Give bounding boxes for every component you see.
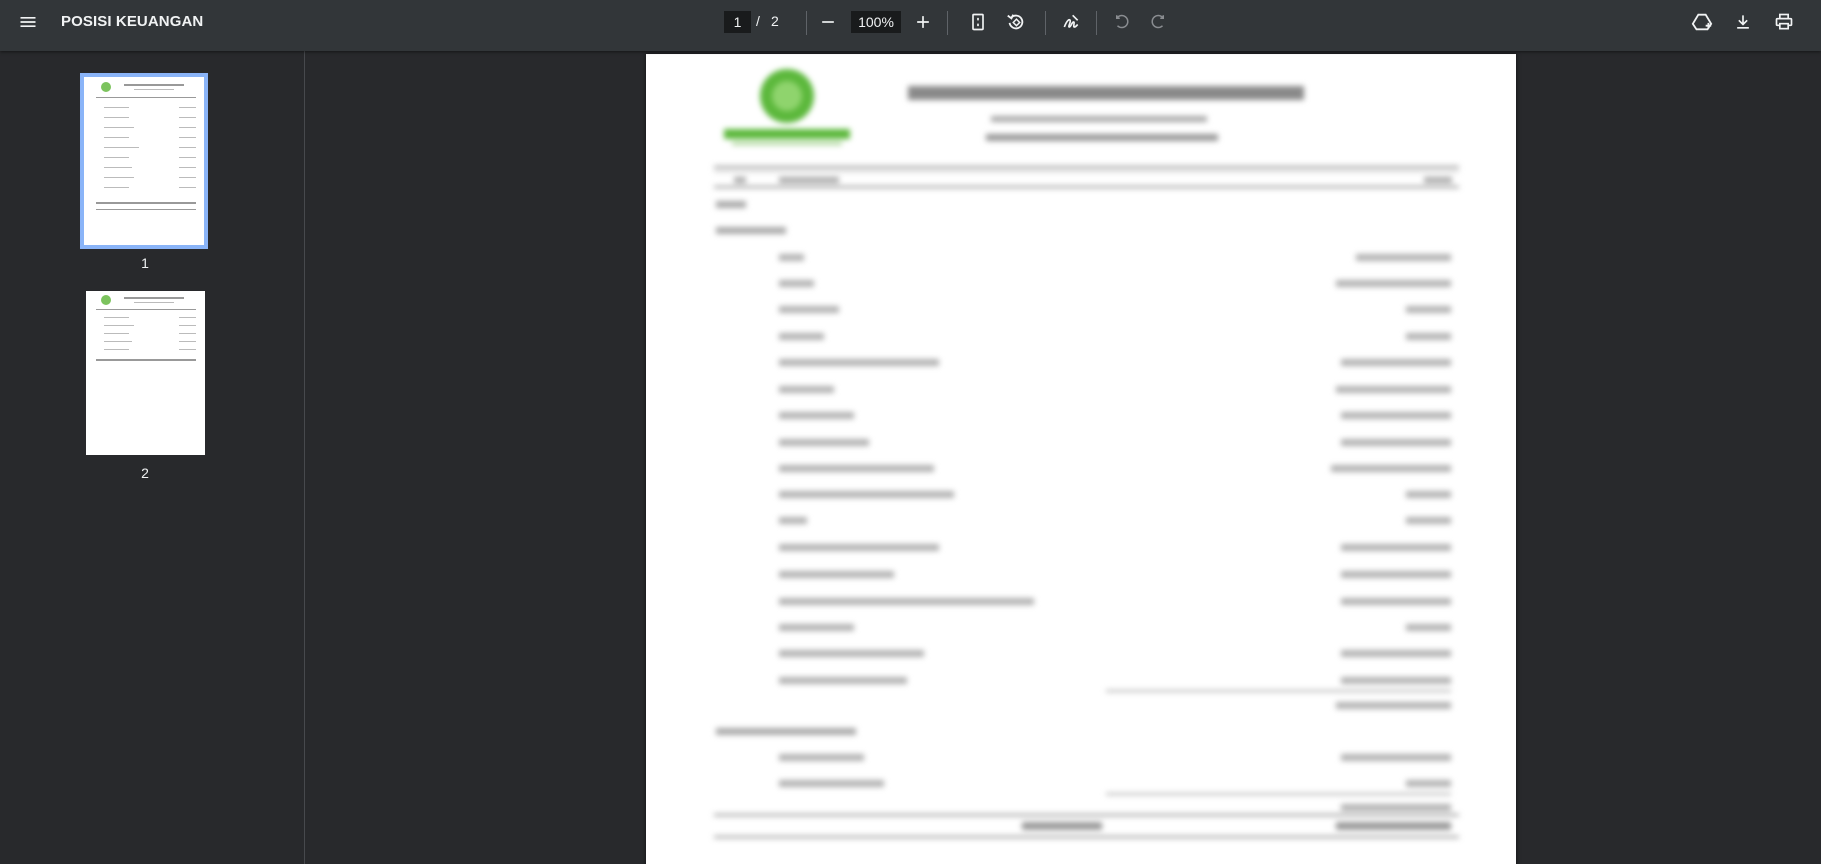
download-icon[interactable] bbox=[1727, 6, 1759, 38]
toolbar-divider bbox=[947, 11, 948, 35]
fit-page-icon[interactable] bbox=[962, 6, 994, 38]
pdf-toolbar: POSISI KEUANGAN / 2 bbox=[0, 0, 1821, 51]
document-title: POSISI KEUANGAN bbox=[61, 13, 204, 30]
thumbnail-preview bbox=[96, 82, 196, 210]
page-number-input[interactable] bbox=[724, 11, 751, 33]
thumbnail-label: 2 bbox=[141, 465, 149, 481]
redo-icon[interactable] bbox=[1142, 6, 1174, 38]
toolbar-divider bbox=[1096, 11, 1097, 35]
thumbnail-preview bbox=[96, 295, 196, 361]
page-total: 2 bbox=[771, 13, 779, 29]
thumbnail-sidebar: 1 2 bbox=[0, 51, 305, 864]
thumbnail-label: 1 bbox=[141, 255, 149, 271]
page-thumbnail-2[interactable] bbox=[86, 291, 205, 455]
print-icon[interactable] bbox=[1768, 6, 1800, 38]
page-thumbnail-1[interactable] bbox=[80, 73, 208, 249]
pen-icon[interactable] bbox=[1055, 6, 1087, 38]
toolbar-divider bbox=[806, 11, 807, 35]
document-viewer[interactable] bbox=[305, 51, 1821, 864]
blurred-page-content bbox=[646, 54, 1516, 864]
menu-icon[interactable] bbox=[12, 6, 44, 38]
pdf-page bbox=[646, 54, 1516, 864]
plus-icon[interactable] bbox=[907, 6, 939, 38]
zoom-input[interactable] bbox=[851, 11, 901, 33]
page-separator: / bbox=[756, 13, 760, 29]
rotate-icon[interactable] bbox=[1000, 6, 1032, 38]
add-to-drive-icon[interactable] bbox=[1686, 6, 1718, 38]
toolbar-divider bbox=[1045, 11, 1046, 35]
page-content-graphic bbox=[714, 69, 1459, 838]
minus-icon[interactable] bbox=[812, 6, 844, 38]
undo-icon[interactable] bbox=[1106, 6, 1138, 38]
